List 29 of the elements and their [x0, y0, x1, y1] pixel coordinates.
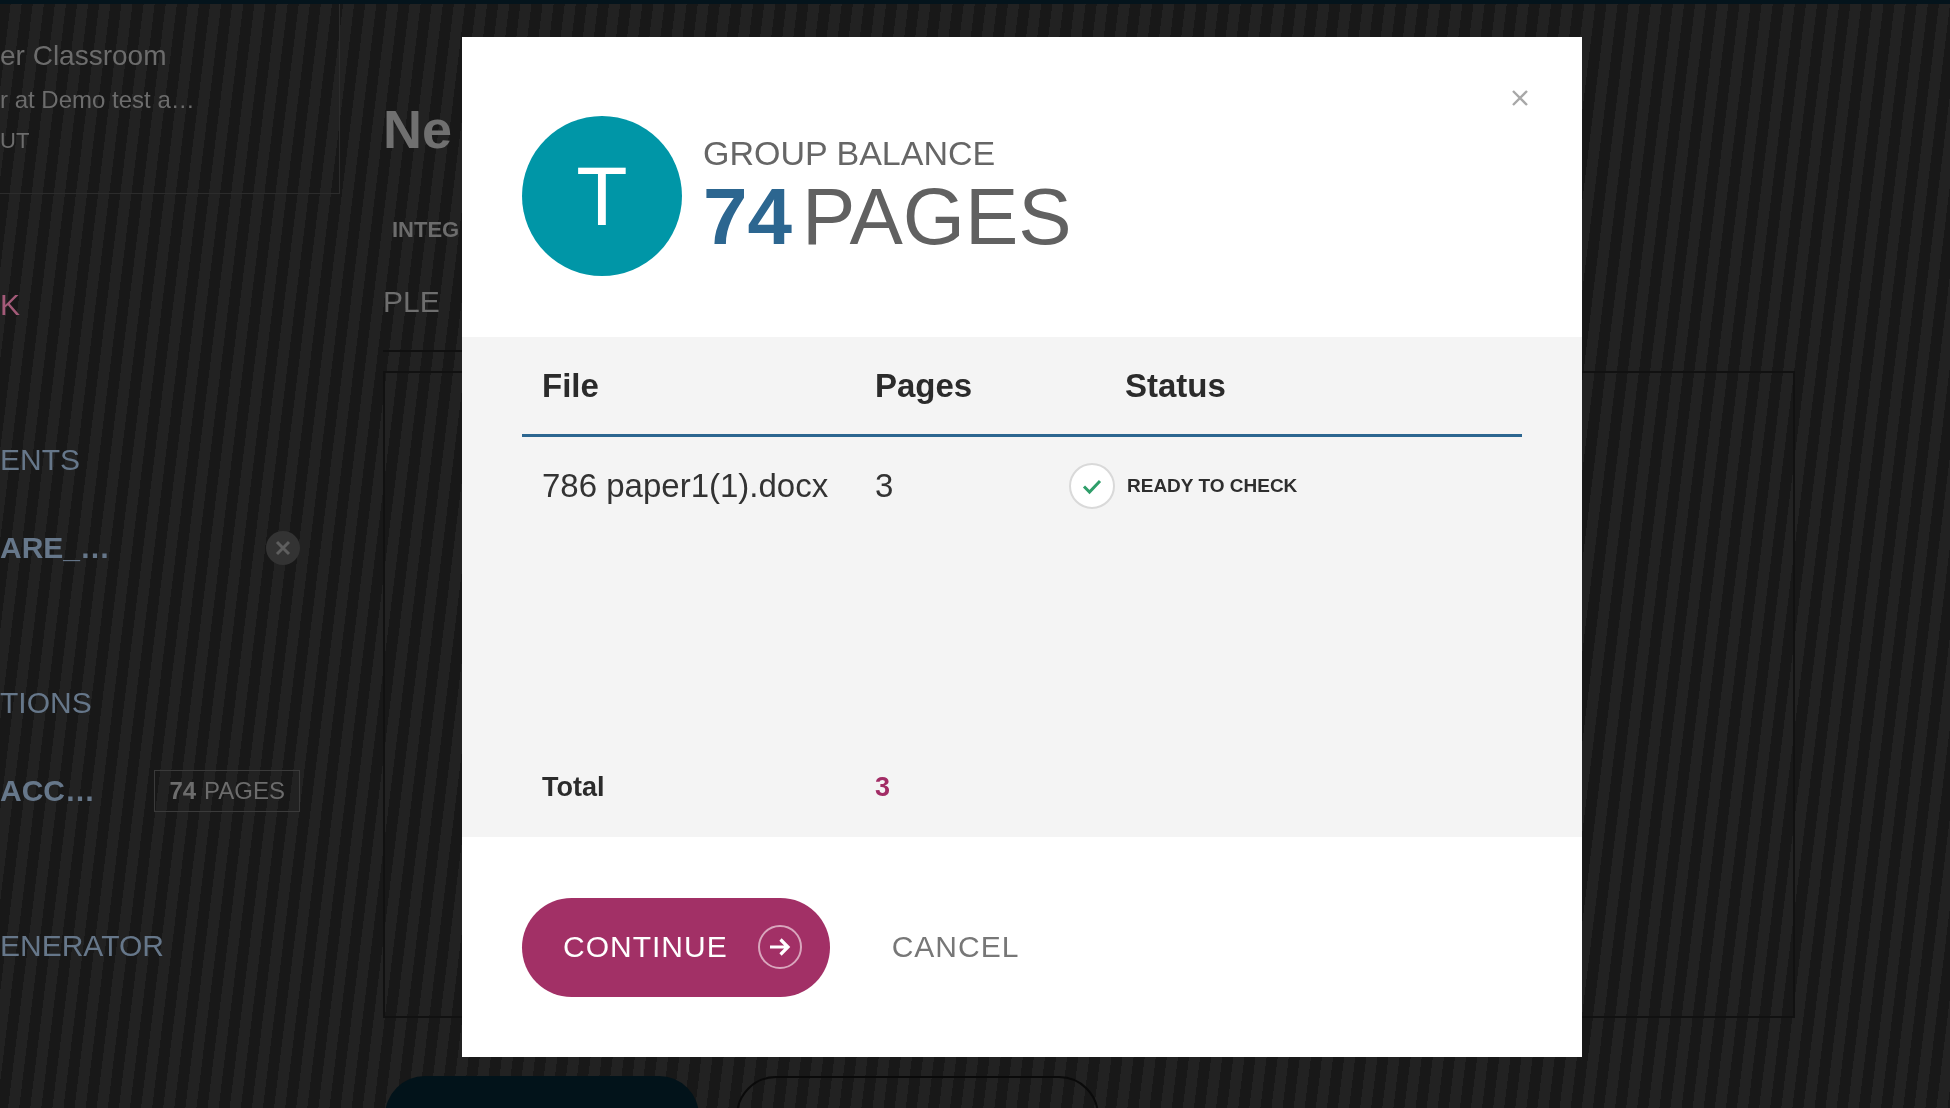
balance-label: GROUP BALANCE — [703, 133, 997, 173]
table-cell-text: 3 — [874, 467, 894, 505]
total-pages: 3 — [874, 771, 891, 803]
section-tab[interactable]: INTEG — [392, 217, 460, 243]
table-cell-text: 786 paper1(1).docx — [541, 467, 829, 505]
profile-link[interactable]: UT — [0, 127, 30, 155]
close-circle-icon[interactable] — [266, 531, 300, 565]
total-label: Total — [541, 771, 605, 803]
sidebar-link[interactable]: ENERATOR — [0, 928, 164, 964]
sidebar-link[interactable]: TIONS — [0, 685, 92, 721]
status-text: READY TO CHECK — [1127, 475, 1298, 497]
page-balance-badge: 74 PAGES — [154, 770, 300, 812]
balance-unit: PAGES — [802, 175, 1072, 259]
sidebar-link[interactable]: K — [0, 287, 20, 323]
balance-count: 74 — [703, 175, 792, 259]
profile-name: er Classroom — [0, 39, 167, 73]
sidebar-link[interactable]: ENTS — [0, 442, 80, 478]
arrow-circle-icon — [757, 925, 802, 969]
continue-button[interactable]: CONTINUE — [522, 897, 830, 997]
column-header: Status — [1124, 366, 1227, 405]
sidebar-link[interactable]: ARE_… — [0, 530, 111, 566]
column-header: File — [541, 366, 600, 405]
close-icon[interactable] — [1512, 90, 1528, 106]
cancel-button[interactable]: CANCEL — [891, 930, 1020, 964]
column-header: Pages — [874, 366, 974, 405]
profile-subtitle: r at Demo test a… — [0, 85, 195, 115]
avatar-initial: T — [522, 116, 682, 276]
page-heading: Ne — [383, 98, 453, 161]
sidebar-link[interactable]: ACC… — [0, 773, 95, 809]
